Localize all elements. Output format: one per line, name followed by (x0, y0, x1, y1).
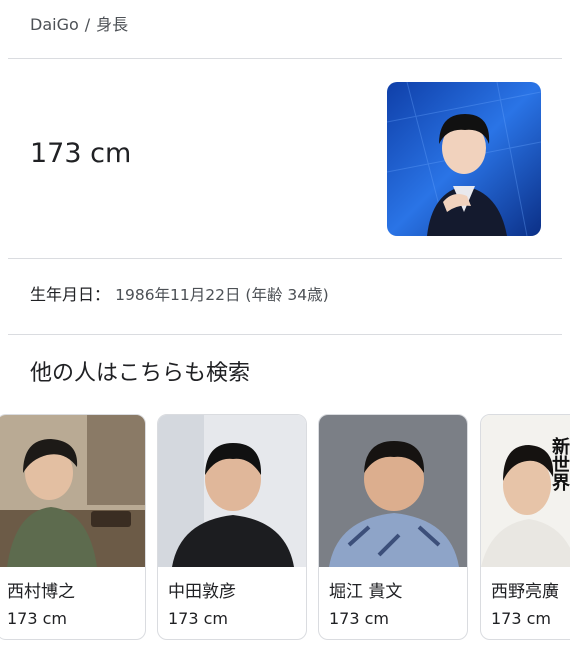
breadcrumb-attribute: 身長 (96, 15, 129, 34)
breadcrumb-separator: / (84, 15, 91, 34)
related-person-height: 173 cm (168, 609, 229, 628)
birth-date-row: 生年月日： 1986年11月22日 (年齢 34歳) (30, 283, 329, 307)
person-photo-icon (0, 415, 145, 567)
divider (8, 58, 562, 59)
person-photo-icon (387, 82, 541, 236)
birth-date-value: 1986年11月22日 (年齢 34歳) (115, 286, 329, 304)
related-person-name: 西村博之 (7, 582, 75, 602)
related-person-height: 173 cm (329, 609, 390, 628)
birth-date-label: 生年月日： (30, 285, 111, 304)
divider (8, 334, 562, 335)
related-person-name: 西野亮廣 (491, 582, 559, 602)
profile-photo[interactable] (387, 82, 541, 236)
height-answer: 173 cm (30, 138, 132, 169)
related-section-title: 他の人はこちらも検索 (30, 361, 251, 386)
related-person-card[interactable]: 西村博之 173 cm (0, 414, 146, 640)
person-photo (0, 415, 145, 567)
related-people-carousel[interactable]: 西村博之 173 cm 中田敦彦 173 cm 堀江 貴文 173 cm 新世界… (0, 414, 570, 644)
related-person-height: 173 cm (7, 609, 68, 628)
related-person-name: 堀江 貴文 (329, 582, 403, 602)
person-photo (158, 415, 306, 567)
breadcrumb-entity-link[interactable]: DaiGo (30, 15, 79, 34)
person-photo (319, 415, 467, 567)
person-photo-icon (158, 415, 306, 567)
related-person-name: 中田敦彦 (168, 582, 236, 602)
divider (8, 258, 562, 259)
related-person-height: 173 cm (491, 609, 552, 628)
person-photo-icon (319, 415, 467, 567)
related-person-card[interactable]: 堀江 貴文 173 cm (318, 414, 468, 640)
related-person-card[interactable]: 新世界 西野亮廣 173 cm (480, 414, 570, 640)
book-cover-title: 新世界 (549, 437, 570, 491)
related-person-card[interactable]: 中田敦彦 173 cm (157, 414, 307, 640)
breadcrumb: DaiGo / 身長 (30, 14, 128, 36)
person-photo: 新世界 (481, 415, 570, 567)
